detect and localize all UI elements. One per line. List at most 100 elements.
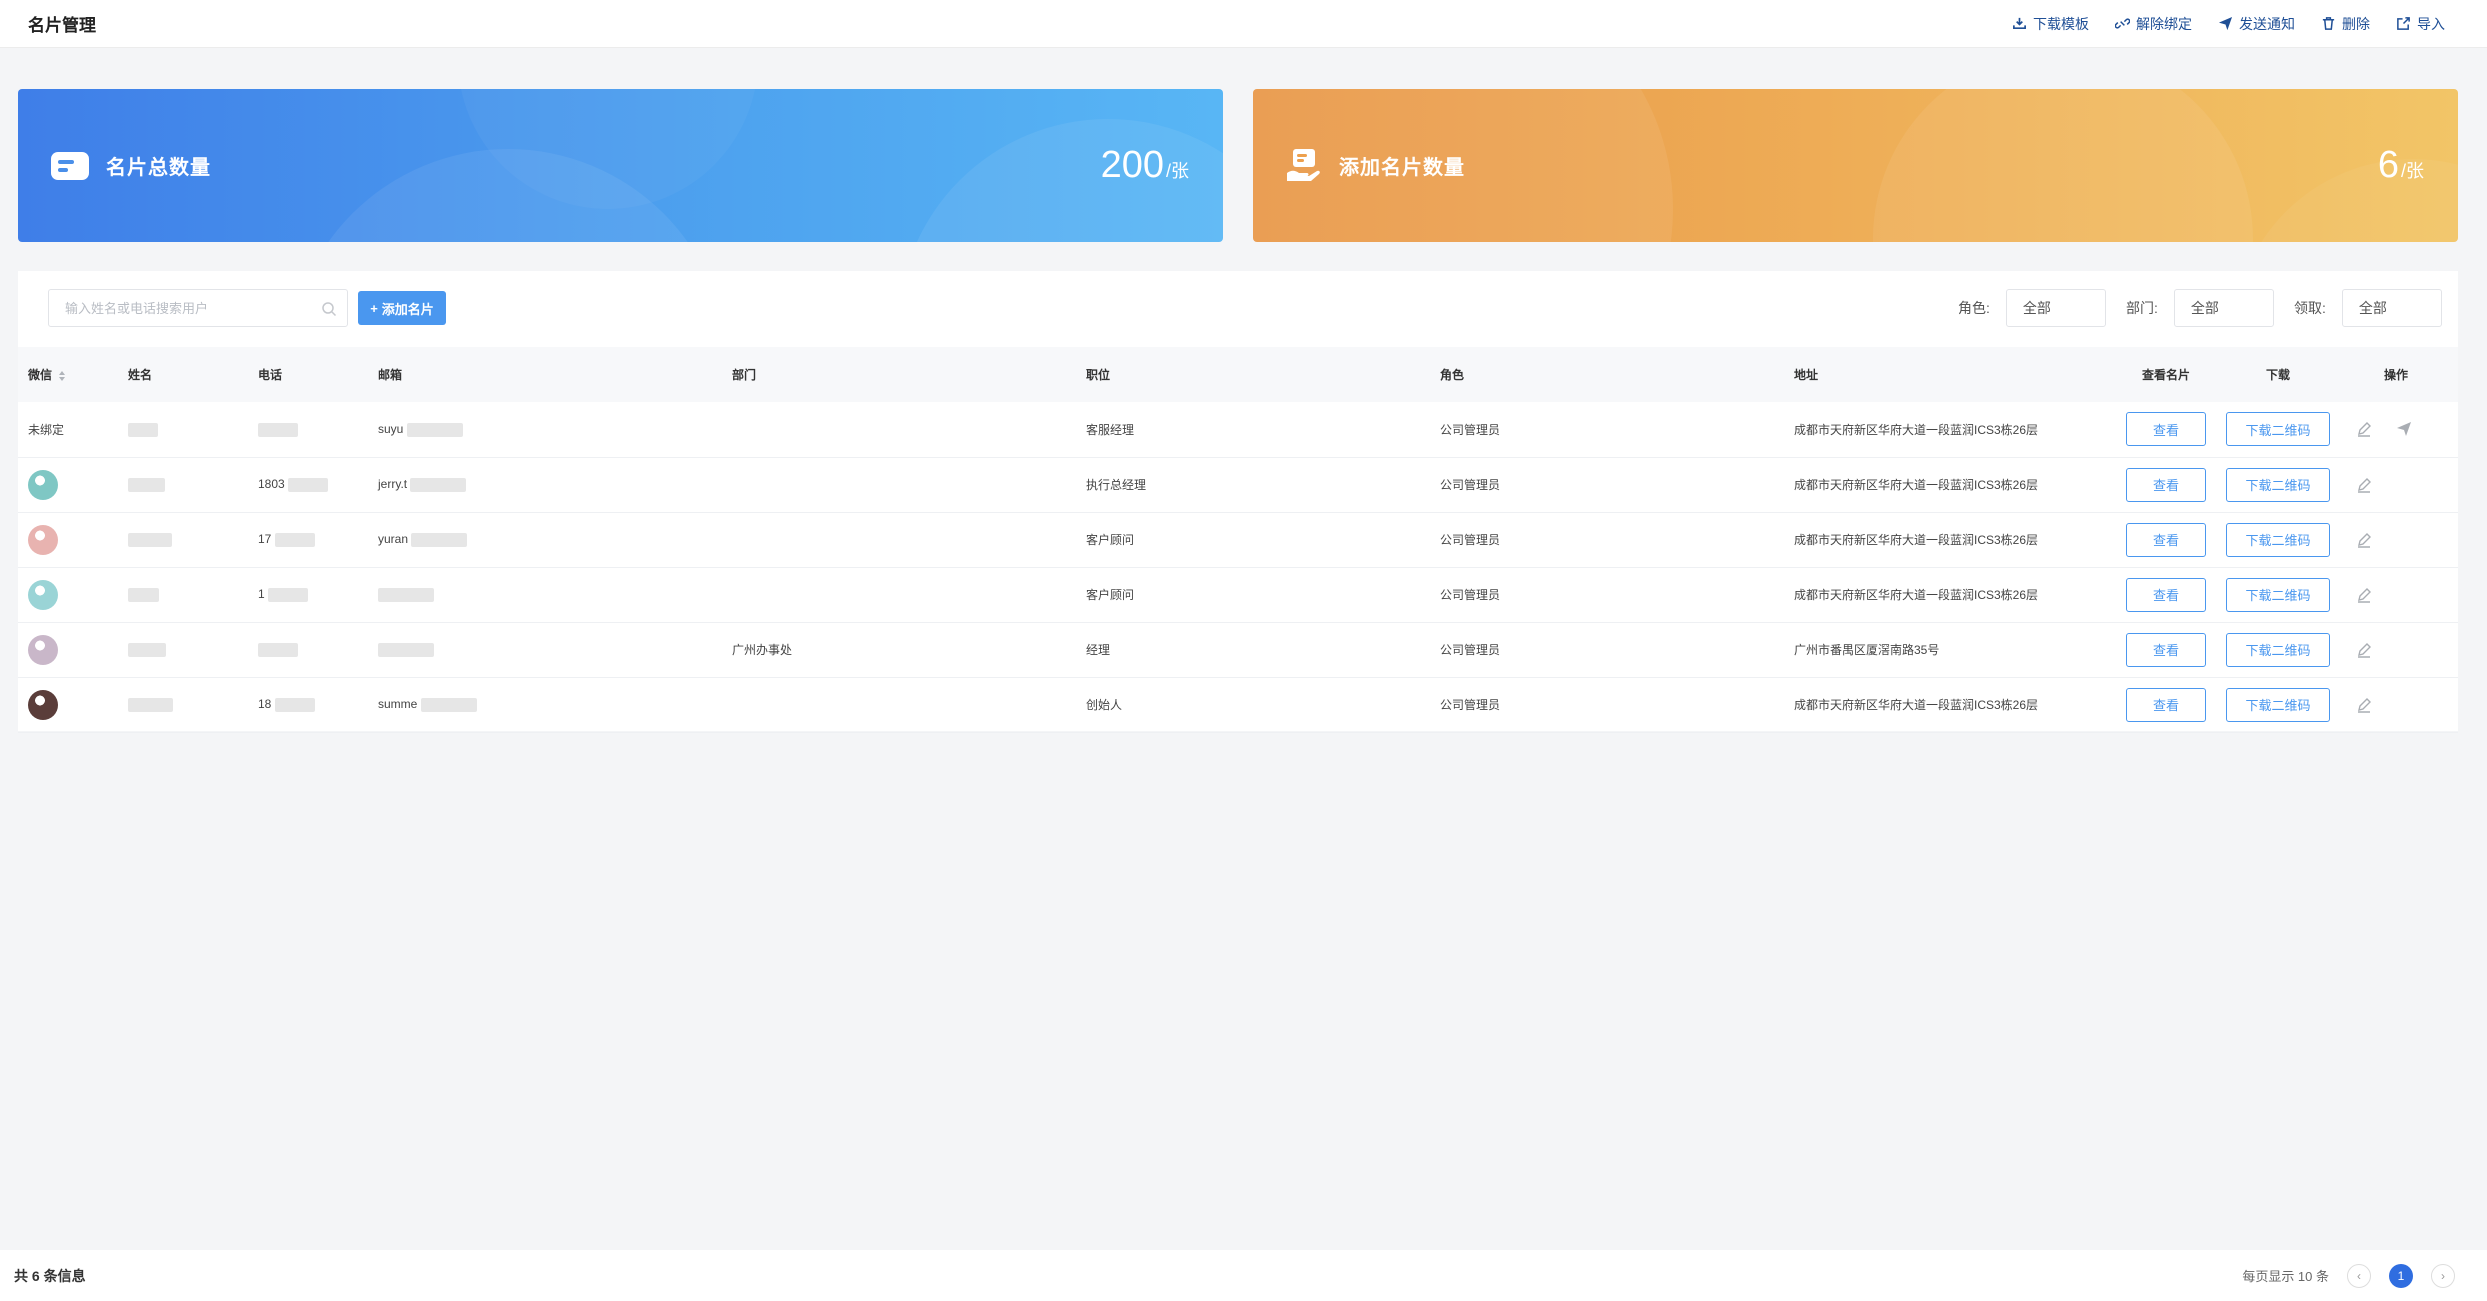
edit-icon[interactable] <box>2356 587 2372 603</box>
total-count: 共 6 条信息 <box>14 1267 86 1284</box>
send-icon <box>2218 16 2233 31</box>
page-title: 名片管理 <box>28 16 96 35</box>
view-card-button[interactable]: 查看 <box>2126 632 2206 667</box>
view-card-button[interactable]: 查看 <box>2126 687 2206 722</box>
add-card-label: 添加名片 <box>381 301 434 317</box>
search-input[interactable] <box>49 290 347 326</box>
cell-role: 公司管理员 <box>1440 643 1501 657</box>
edit-icon[interactable] <box>2356 421 2372 437</box>
import-label: 导入 <box>2417 15 2445 32</box>
cell-actions <box>2334 677 2458 732</box>
cell-wechat <box>18 457 118 512</box>
cell-email: yuran <box>368 512 722 567</box>
added-cards-unit: /张 <box>2400 161 2424 181</box>
plus-icon: + <box>370 300 378 316</box>
role-filter-label: 角色: <box>1958 300 1990 316</box>
redacted-name <box>128 697 173 712</box>
cell-address: 成都市天府新区华府大道一段蓝润ICS3栋26层 <box>1794 533 2039 547</box>
search-icon[interactable] <box>321 301 337 317</box>
download-qrcode-button[interactable]: 下载二维码 <box>2226 632 2330 667</box>
sort-icon[interactable] <box>58 370 66 382</box>
view-card-button[interactable]: 查看 <box>2126 412 2206 447</box>
cell-address: 成都市天府新区华府大道一段蓝润ICS3栋26层 <box>1794 478 2039 492</box>
cell-address: 成都市天府新区华府大道一段蓝润ICS3栋26层 <box>1794 422 2039 437</box>
download-template-button[interactable]: 下载模板 <box>2012 14 2089 34</box>
send-icon[interactable] <box>2396 421 2412 437</box>
edit-icon[interactable] <box>2356 697 2372 713</box>
cell-phone: 1 <box>248 567 368 622</box>
col-actions: 操作 <box>2383 368 2408 382</box>
redacted-phone <box>274 532 315 547</box>
download-template-label: 下载模板 <box>2033 15 2089 32</box>
col-wechat[interactable]: 微信 <box>18 347 118 402</box>
added-cards-stat: 添加名片数量 6 /张 <box>1253 89 2458 242</box>
col-position: 职位 <box>1086 368 1111 382</box>
download-qrcode-button[interactable]: 下载二维码 <box>2226 522 2330 557</box>
card-list-panel: + 添加名片 角色: 全部 部门: 全部 领取: 全部 微信 姓名 电话 邮箱 <box>18 271 2458 732</box>
cell-email: jerry.t <box>368 457 722 512</box>
cell-download: 下载二维码 <box>2222 567 2334 622</box>
claim-filter-select[interactable]: 全部 <box>2341 289 2442 327</box>
cell-phone: 1803 <box>248 457 368 512</box>
prev-page-button[interactable]: ‹ <box>2347 1263 2371 1288</box>
cell-phone: 17 <box>248 512 368 567</box>
view-card-button[interactable]: 查看 <box>2126 577 2206 612</box>
download-qrcode-button[interactable]: 下载二维码 <box>2226 577 2330 612</box>
cell-dept <box>722 567 1076 622</box>
add-card-button[interactable]: + 添加名片 <box>358 291 446 325</box>
download-qrcode-button[interactable]: 下载二维码 <box>2226 687 2330 722</box>
import-button[interactable]: 导入 <box>2396 14 2445 34</box>
avatar <box>28 634 58 665</box>
redacted-phone <box>268 587 309 602</box>
delete-button[interactable]: 删除 <box>2321 14 2370 34</box>
cell-email: summe <box>368 677 722 732</box>
cell-wechat <box>18 677 118 732</box>
cell-view: 查看 <box>2110 457 2222 512</box>
col-view-card: 查看名片 <box>2141 368 2190 382</box>
unbind-button[interactable]: 解除绑定 <box>2115 14 2192 34</box>
cell-wechat <box>18 512 118 567</box>
header-actions: 下载模板 解除绑定 发送通知 删除 导入 <box>2012 14 2459 34</box>
col-email: 邮箱 <box>378 368 403 382</box>
unbind-label: 解除绑定 <box>2136 15 2192 32</box>
pagination: 每页显示 10 条 ‹ 1 › <box>2242 1263 2473 1288</box>
send-notice-label: 发送通知 <box>2239 15 2295 32</box>
cell-wechat <box>18 567 118 622</box>
avatar <box>28 579 58 610</box>
view-card-button[interactable]: 查看 <box>2126 522 2206 557</box>
cell-actions <box>2334 512 2458 567</box>
cell-dept <box>722 677 1076 732</box>
dept-filter-label: 部门: <box>2126 300 2158 316</box>
cell-role: 公司管理员 <box>1440 698 1501 712</box>
cell-actions <box>2334 402 2458 457</box>
total-cards-unit: /张 <box>1165 161 1189 181</box>
table-row: 未绑定 suyu 客服经理 公司管理员 成都市天府新区华府大道一段蓝润ICS3栋… <box>18 402 2458 457</box>
download-qrcode-button[interactable]: 下载二维码 <box>2226 467 2330 502</box>
cell-view: 查看 <box>2110 567 2222 622</box>
dept-filter-select[interactable]: 全部 <box>2173 289 2274 327</box>
cell-wechat: 未绑定 <box>28 422 65 437</box>
cell-download: 下载二维码 <box>2222 512 2334 567</box>
redacted-phone <box>274 697 315 712</box>
cell-name <box>118 457 248 512</box>
page-size-select[interactable]: 每页显示 10 条 <box>2242 1266 2329 1285</box>
edit-icon[interactable] <box>2356 642 2372 658</box>
role-filter-select[interactable]: 全部 <box>2005 289 2106 327</box>
edit-icon[interactable] <box>2356 532 2372 548</box>
trash-icon <box>2322 17 2335 30</box>
edit-icon[interactable] <box>2356 477 2372 493</box>
page-1-button[interactable]: 1 <box>2389 1263 2413 1288</box>
download-qrcode-button[interactable]: 下载二维码 <box>2226 412 2330 447</box>
cell-view: 查看 <box>2110 402 2222 457</box>
next-page-button[interactable]: › <box>2431 1263 2455 1288</box>
cell-actions <box>2334 622 2458 677</box>
redacted-name <box>128 422 158 437</box>
table-row: 18 summe 创始人 公司管理员 成都市天府新区华府大道一段蓝润ICS3栋2… <box>18 677 2458 732</box>
top-bar: 名片管理 下载模板 解除绑定 发送通知 删除 导入 <box>0 0 2487 48</box>
view-card-button[interactable]: 查看 <box>2126 467 2206 502</box>
download-icon <box>2013 17 2026 30</box>
send-notice-button[interactable]: 发送通知 <box>2218 14 2295 34</box>
claim-filter: 领取: 全部 <box>2294 289 2442 327</box>
redacted-email <box>406 422 463 437</box>
table-row: 1803 jerry.t 执行总经理 公司管理员 成都市天府新区华府大道一段蓝润… <box>18 457 2458 512</box>
